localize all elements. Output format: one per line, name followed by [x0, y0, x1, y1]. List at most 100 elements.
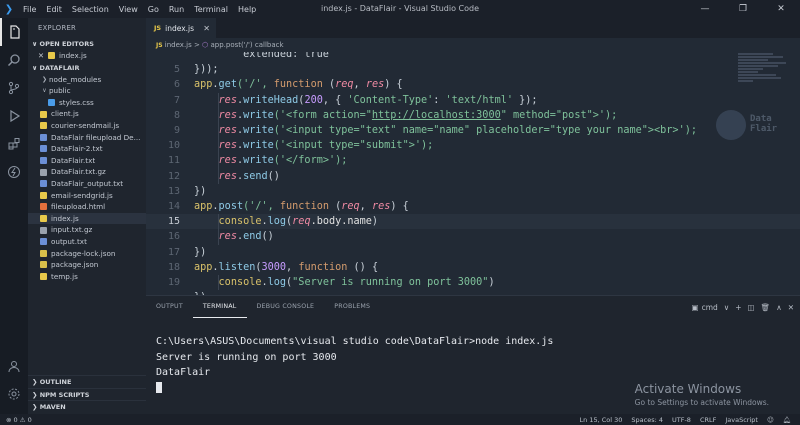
feedback-icon[interactable]: ☺: [767, 416, 774, 424]
file-tree-item[interactable]: index.js: [28, 212, 146, 225]
file-tree-item[interactable]: ∨ public: [28, 85, 146, 97]
minimap[interactable]: [738, 52, 788, 112]
file-tree-label: DataFlair-2.txt: [51, 144, 103, 154]
language-mode[interactable]: JavaScript: [725, 416, 758, 424]
file-tree-item[interactable]: temp.js: [28, 271, 146, 283]
file-tree-item[interactable]: email-sendgrid.js: [28, 190, 146, 202]
remote-icon[interactable]: [0, 158, 28, 186]
tab-index-js[interactable]: JS index.js ✕: [146, 18, 216, 38]
file-tree-item[interactable]: package.json: [28, 259, 146, 271]
tab-terminal[interactable]: TERMINAL: [192, 296, 247, 318]
code-token: log: [267, 216, 287, 228]
account-icon[interactable]: [0, 352, 28, 380]
code-text: res.write('<input type="submit">');: [194, 138, 434, 153]
menu-help[interactable]: Help: [233, 5, 261, 14]
trash-icon[interactable]: 🗑︎: [761, 303, 771, 312]
search-icon[interactable]: [0, 46, 28, 74]
close-window-button[interactable]: ✕: [762, 0, 800, 18]
file-tree-item[interactable]: package-lock.json: [28, 248, 146, 260]
file-tree-item[interactable]: input.txt.gz: [28, 224, 146, 236]
close-editor-icon[interactable]: ✕: [38, 50, 44, 62]
notifications-bell-icon[interactable]: 🔔︎: [783, 416, 791, 424]
code-token: res: [218, 231, 237, 243]
js-file-icon: [40, 215, 47, 223]
file-tree-item[interactable]: DataFlair fileupload De...: [28, 132, 146, 144]
file-tree-item[interactable]: DataFlair_output.txt: [28, 178, 146, 190]
terminal-output[interactable]: C:\Users\ASUS\Documents\visual studio co…: [156, 334, 553, 396]
line-number: 11: [167, 155, 180, 167]
file-tree-label: DataFlair_output.txt: [51, 178, 124, 188]
status-bar: ⊗ 0 ⚠ 0 Ln 15, Col 30 Spaces: 4 UTF-8 CR…: [0, 414, 800, 425]
maximize-panel-icon[interactable]: ∧: [776, 303, 782, 312]
tab-output[interactable]: OUTPUT: [146, 296, 193, 318]
problems-counter[interactable]: ⊗ 0 ⚠ 0: [0, 416, 32, 424]
source-control-icon[interactable]: [0, 74, 28, 102]
code-token: http://localhost:3000: [371, 109, 501, 121]
file-tree-item[interactable]: client.js: [28, 108, 146, 120]
code-editor[interactable]: extended: true 5})); 6 app.get('/', functio…: [146, 52, 800, 295]
terminal-cursor: [156, 382, 162, 393]
dataflair-folder-section[interactable]: ∨ DATAFLAIR: [28, 62, 146, 74]
terminal-line: C:\Users\ASUS\Documents\visual studio co…: [156, 336, 554, 347]
file-tree-item[interactable]: styles.css: [28, 97, 146, 109]
breadcrumb-file[interactable]: index.js: [165, 41, 192, 49]
close-tab-icon[interactable]: ✕: [203, 24, 210, 33]
run-debug-icon[interactable]: [0, 102, 28, 130]
code-token: ('<input type="submit">');: [273, 140, 434, 152]
file-tree-item[interactable]: DataFlair.txt.gz: [28, 166, 146, 178]
file-tree-label: DataFlair fileupload De...: [51, 132, 141, 142]
breadcrumb-symbol[interactable]: app.post('/') callback: [210, 41, 283, 49]
file-tree-item[interactable]: DataFlair-2.txt: [28, 143, 146, 155]
code-token: function: [273, 79, 323, 91]
code-token: end: [243, 231, 262, 243]
file-tree-label: input.txt.gz: [51, 225, 93, 235]
activity-bar: [0, 18, 28, 414]
tab-debug-console[interactable]: DEBUG CONSOLE: [247, 296, 325, 318]
line-ending[interactable]: CRLF: [700, 416, 716, 424]
menu-go[interactable]: Go: [143, 5, 164, 14]
file-tree-item[interactable]: DataFlair.txt: [28, 155, 146, 167]
file-tree-item[interactable]: ❯ node_modules: [28, 74, 146, 86]
chevron-down-icon[interactable]: ∨: [40, 85, 49, 97]
file-tree-item[interactable]: output.txt: [28, 236, 146, 248]
menu-terminal[interactable]: Terminal: [189, 5, 233, 14]
extensions-icon[interactable]: [0, 130, 28, 158]
chevron-down-icon[interactable]: ∨: [724, 303, 730, 312]
code-line: 11 res.write('</form>');: [146, 153, 800, 168]
chevron-right-icon[interactable]: ❯: [40, 74, 49, 86]
open-editors-section[interactable]: ∨ OPEN EDITORS: [28, 38, 146, 50]
code-text: res.write('<input type="text" name="name…: [194, 123, 697, 138]
file-tree-item[interactable]: fileupload.html: [28, 201, 146, 213]
indentation[interactable]: Spaces: 4: [631, 416, 663, 424]
close-panel-icon[interactable]: ✕: [788, 303, 794, 312]
tab-problems[interactable]: PROBLEMS: [324, 296, 380, 318]
line-number: 5: [173, 64, 180, 76]
code-token: post: [218, 201, 244, 212]
code-line: 6 app.get('/', function (req, res) {: [146, 77, 800, 92]
file-tree-item[interactable]: courier-sendmail.js: [28, 120, 146, 132]
files-icon[interactable]: [0, 18, 28, 46]
npm-scripts-section[interactable]: ❯ NPM SCRIPTS: [28, 387, 146, 401]
code-line: 7 res.writeHead(200, { 'Content-Type': '…: [146, 93, 800, 108]
menu-file[interactable]: File: [18, 5, 41, 14]
terminal-type-select[interactable]: cmd: [702, 303, 718, 312]
menu-selection[interactable]: Selection: [67, 5, 114, 14]
code-text: }): [194, 245, 206, 260]
code-text: res.write('<form action="http://localhos…: [194, 108, 618, 123]
settings-gear-icon[interactable]: [0, 380, 28, 408]
open-editor-item[interactable]: ✕ index.js: [28, 50, 146, 62]
menu-edit[interactable]: Edit: [41, 5, 67, 14]
add-terminal-icon[interactable]: +: [735, 303, 741, 312]
cursor-position[interactable]: Ln 15, Col 30: [580, 416, 623, 424]
split-terminal-icon[interactable]: ◫: [748, 303, 755, 312]
maven-section[interactable]: ❯ MAVEN: [28, 400, 146, 413]
menu-view[interactable]: View: [114, 5, 143, 14]
outline-section[interactable]: ❯ OUTLINE: [28, 375, 146, 388]
maximize-button[interactable]: ❐: [724, 0, 762, 18]
menu-run[interactable]: Run: [164, 5, 189, 14]
line-number: 15: [167, 216, 180, 228]
minimize-button[interactable]: —: [686, 0, 724, 18]
bottom-panel: OUTPUT TERMINAL DEBUG CONSOLE PROBLEMS ▣…: [146, 295, 800, 414]
encoding[interactable]: UTF-8: [672, 416, 691, 424]
